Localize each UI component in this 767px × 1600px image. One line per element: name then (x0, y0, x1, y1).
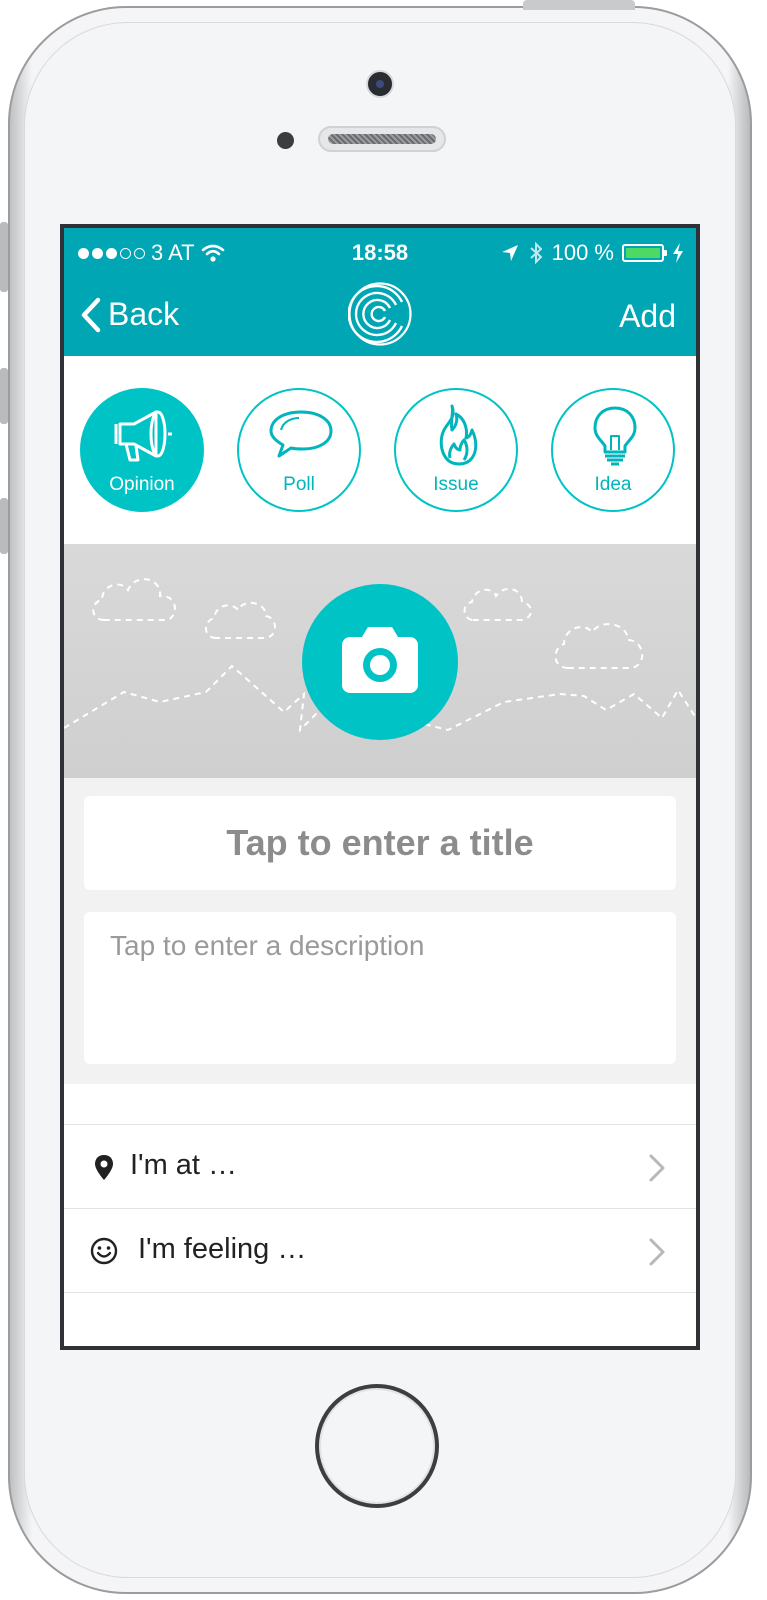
feeling-row[interactable]: I'm feeling … (64, 1208, 696, 1292)
battery-percentage: 100 % (551, 240, 614, 265)
battery-icon (622, 244, 667, 262)
lightbulb-icon (593, 406, 637, 466)
description-placeholder: Tap to enter a description (110, 930, 425, 961)
app-logo-icon (348, 282, 412, 346)
chevron-right-icon (649, 1238, 665, 1266)
type-idea-button[interactable]: Idea (551, 388, 675, 512)
post-type-selector: Opinion Poll Issue Idea (64, 356, 696, 544)
add-button[interactable]: Add (619, 298, 676, 335)
earpiece-speaker (318, 126, 446, 152)
feeling-row-label: I'm feeling … (138, 1233, 307, 1265)
location-arrow-icon (501, 245, 518, 261)
type-issue-button[interactable]: Issue (394, 388, 518, 512)
type-issue-label: Issue (433, 474, 479, 495)
list-spacer (64, 1084, 696, 1124)
chevron-left-icon (81, 297, 101, 332)
camera-icon (342, 627, 418, 693)
type-poll-label: Poll (283, 474, 315, 495)
type-poll-button[interactable]: Poll (237, 388, 361, 512)
cover-image-area[interactable] (64, 544, 696, 778)
add-photo-button[interactable] (302, 584, 458, 740)
proximity-sensor (277, 132, 294, 149)
volume-up-button (0, 368, 8, 424)
speech-bubble-icon (269, 410, 333, 458)
mute-switch (0, 222, 8, 292)
back-button-label: Back (108, 296, 180, 332)
front-camera (366, 70, 394, 98)
location-pin-icon (95, 1155, 113, 1180)
back-button[interactable]: Back (80, 296, 179, 333)
title-placeholder: Tap to enter a title (226, 822, 534, 863)
chevron-right-icon (649, 1154, 665, 1182)
list-end-divider (64, 1292, 696, 1346)
power-button (523, 0, 635, 10)
bluetooth-icon (529, 241, 543, 265)
flame-icon (439, 404, 478, 466)
smiley-icon (90, 1237, 118, 1265)
charging-bolt-icon (673, 243, 683, 263)
title-input[interactable]: Tap to enter a title (84, 796, 676, 890)
megaphone-icon (114, 410, 172, 462)
status-bar: 3 AT 18:58 100 % (64, 236, 696, 272)
type-idea-label: Idea (594, 474, 632, 495)
home-button[interactable] (315, 1384, 439, 1508)
type-opinion-label: Opinion (109, 474, 175, 495)
app-header: 3 AT 18:58 100 % Back Add (64, 228, 696, 356)
description-input[interactable]: Tap to enter a description (84, 912, 676, 1064)
app-screen: 3 AT 18:58 100 % Back Add Opinion Poll I… (60, 224, 700, 1350)
location-row[interactable]: I'm at … (64, 1124, 696, 1208)
post-form: Tap to enter a title Tap to enter a desc… (64, 778, 696, 1084)
type-opinion-button[interactable]: Opinion (80, 388, 204, 512)
location-row-label: I'm at … (130, 1149, 238, 1181)
volume-down-button (0, 498, 8, 554)
